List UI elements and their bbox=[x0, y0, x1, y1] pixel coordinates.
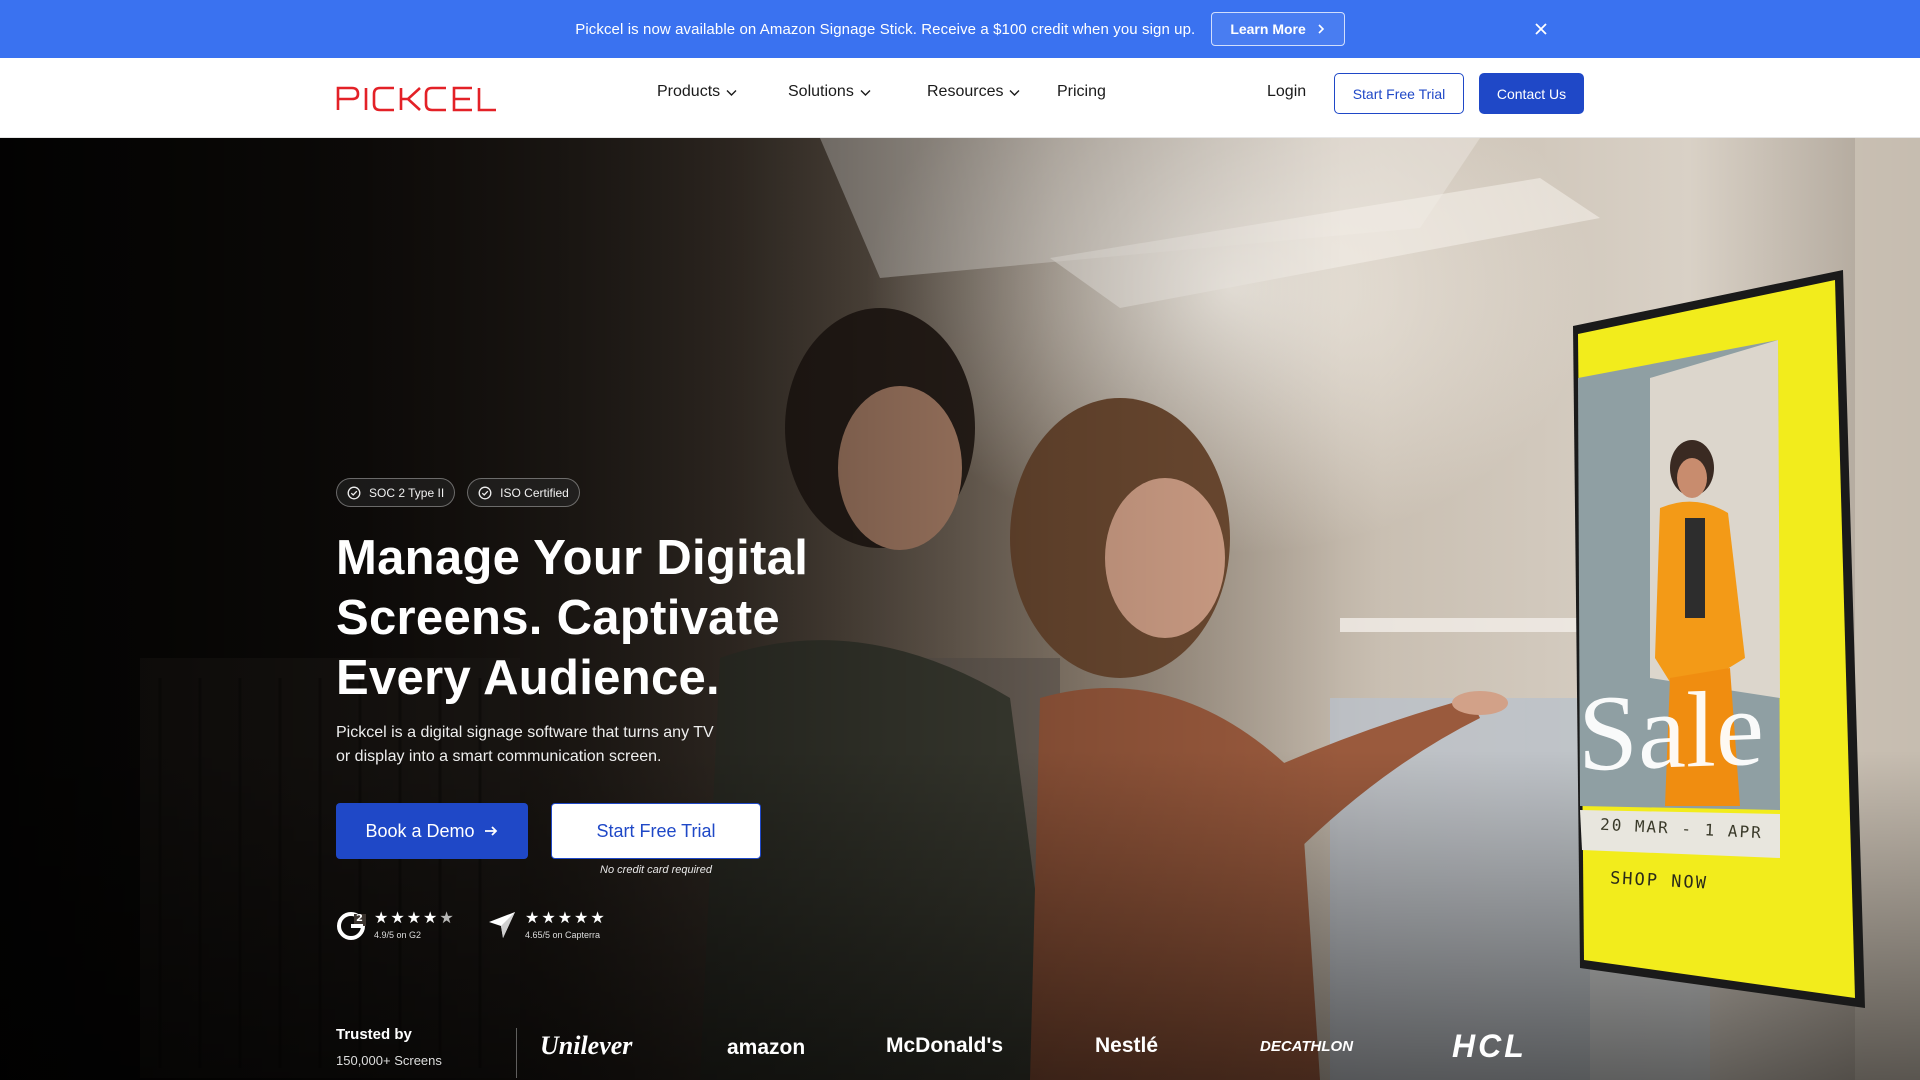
star-icon: ★ bbox=[525, 909, 540, 927]
chevron-right-icon bbox=[1318, 24, 1324, 34]
star-icon: ★ bbox=[557, 909, 573, 927]
hero-section: Sale 20 MAR - 1 APR SHOP NOW SOC 2 Type … bbox=[0, 138, 1920, 1080]
learn-more-label: Learn More bbox=[1230, 21, 1306, 37]
chevron-down-icon bbox=[860, 89, 871, 96]
no-credit-card-note: No credit card required bbox=[600, 864, 712, 876]
hero-title-line-1: Manage Your Digital bbox=[336, 531, 809, 585]
soc2-badge: SOC 2 Type II bbox=[336, 478, 456, 507]
hero-title-line-2: Screens. Captivate bbox=[336, 591, 780, 645]
hero-overlay bbox=[0, 138, 1920, 1080]
g2-logo-icon: 2 bbox=[337, 912, 366, 940]
brand-logo-decathlon: DECATHLON bbox=[1260, 1038, 1354, 1055]
main-nav: Products Solutions Resources Pricing Log… bbox=[0, 58, 1920, 138]
screen-sale-text: Sale bbox=[1578, 668, 1764, 795]
nav-resources[interactable]: Resources bbox=[927, 83, 1020, 101]
announcement-text: Pickcel is now available on Amazon Signa… bbox=[575, 20, 1196, 38]
trusted-title: Trusted by bbox=[336, 1026, 412, 1043]
nav-pricing-label: Pricing bbox=[1057, 83, 1106, 100]
pickcel-logo[interactable] bbox=[336, 82, 498, 112]
svg-text:2: 2 bbox=[356, 913, 363, 924]
star-icon: ★ bbox=[390, 909, 405, 927]
star-icon: ★ bbox=[574, 909, 589, 927]
g2-rating[interactable]: 2 ★ ★ ★ ★ ★ 4.9/5 on G2 bbox=[336, 910, 454, 940]
capterra-rating[interactable]: ★ ★ ★ ★ ★ 4.65/5 on Capterra bbox=[487, 910, 605, 940]
nav-products-label: Products bbox=[657, 83, 721, 100]
hero-subtitle: Pickcel is a digital signage software th… bbox=[336, 721, 756, 769]
iso-badge-label: ISO Certified bbox=[500, 485, 569, 500]
nav-solutions[interactable]: Solutions bbox=[788, 83, 871, 101]
hero-start-free-trial-button[interactable]: Start Free Trial bbox=[551, 803, 761, 859]
star-icon: ★ bbox=[541, 909, 556, 927]
hero-title-line-3: Every Audience. bbox=[336, 651, 720, 705]
chevron-down-icon bbox=[1009, 89, 1020, 96]
star-icon: ★ bbox=[423, 909, 438, 927]
chevron-down-icon bbox=[726, 89, 737, 96]
book-demo-label: Book a Demo bbox=[365, 820, 475, 841]
g2-stars: ★ ★ ★ ★ ★ bbox=[374, 909, 454, 927]
trusted-divider bbox=[516, 1028, 517, 1078]
trusted-count: 150,000+ Screens bbox=[336, 1053, 442, 1068]
nav-resources-label: Resources bbox=[927, 83, 1004, 100]
brand-logo-hcl: HCL bbox=[1452, 1028, 1527, 1064]
check-circle-icon bbox=[347, 486, 361, 499]
iso-badge: ISO Certified bbox=[467, 478, 580, 507]
brand-logo-amazon: amazon bbox=[727, 1036, 806, 1059]
nav-start-free-trial-button[interactable]: Start Free Trial bbox=[1334, 73, 1464, 114]
capterra-logo-icon bbox=[489, 912, 515, 938]
close-icon[interactable] bbox=[1532, 20, 1550, 38]
half-star-icon: ★ bbox=[439, 909, 454, 927]
star-icon: ★ bbox=[590, 909, 605, 927]
book-demo-button[interactable]: Book a Demo bbox=[336, 803, 528, 859]
learn-more-button[interactable]: Learn More bbox=[1211, 12, 1345, 46]
g2-rating-caption: 4.9/5 on G2 bbox=[374, 929, 422, 940]
nav-pricing[interactable]: Pricing bbox=[1057, 83, 1106, 101]
star-icon: ★ bbox=[374, 909, 389, 927]
arrow-right-icon bbox=[484, 826, 497, 836]
nav-solutions-label: Solutions bbox=[788, 83, 854, 100]
login-link[interactable]: Login bbox=[1267, 83, 1306, 101]
hero-title: Manage Your Digital Screens. Captivate E… bbox=[336, 528, 896, 708]
capterra-rating-caption: 4.65/5 on Capterra bbox=[525, 929, 601, 940]
capterra-stars: ★ ★ ★ ★ ★ bbox=[525, 909, 605, 927]
contact-us-button[interactable]: Contact Us bbox=[1479, 73, 1584, 114]
soc2-badge-label: SOC 2 Type II bbox=[369, 485, 445, 500]
announcement-bar: Pickcel is now available on Amazon Signa… bbox=[0, 0, 1920, 58]
brand-logo-unilever: Unilever bbox=[540, 1031, 633, 1060]
nav-products[interactable]: Products bbox=[657, 83, 737, 101]
certification-badges: SOC 2 Type II ISO Certified bbox=[336, 478, 580, 507]
star-icon: ★ bbox=[406, 909, 422, 927]
check-circle-icon bbox=[478, 486, 492, 499]
hero-subtitle-line-2: or display into a smart communication sc… bbox=[336, 748, 662, 765]
trusted-by: Trusted by 150,000+ Screens bbox=[336, 1026, 442, 1068]
brand-logo-mcdonalds: McDonald's bbox=[886, 1034, 1004, 1057]
brand-logo-nestle: Nestlé bbox=[1095, 1034, 1159, 1057]
hero-subtitle-line-1: Pickcel is a digital signage software th… bbox=[336, 724, 714, 741]
